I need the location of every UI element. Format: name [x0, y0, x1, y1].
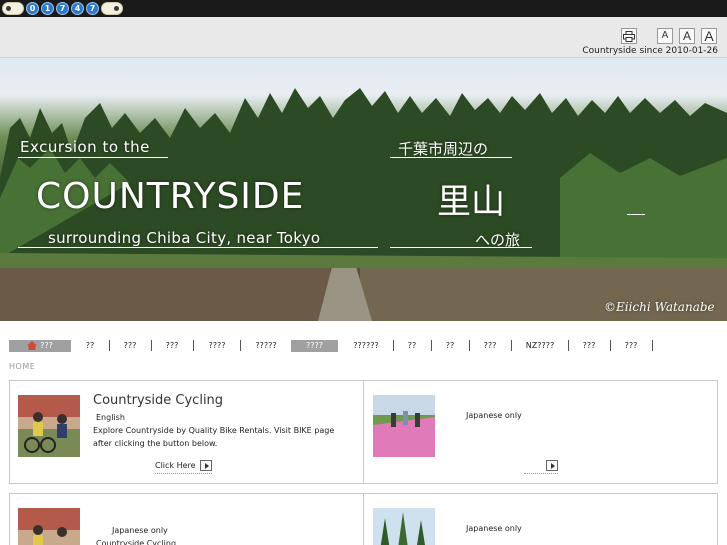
- nav-separator: [652, 340, 653, 351]
- header-tools: A A A: [621, 28, 717, 44]
- cycling-thumbnail[interactable]: [18, 395, 80, 457]
- counter-digit: 7: [86, 2, 99, 15]
- font-size-large-button[interactable]: A: [701, 28, 717, 44]
- nav-item-home[interactable]: ???: [9, 340, 71, 352]
- japanese-card-1: Japanese only: [363, 380, 718, 484]
- site-since-text: Countryside since 2010-01-26: [582, 46, 718, 56]
- play-arrow-icon: [199, 460, 212, 471]
- click-label: Click Here: [155, 461, 196, 470]
- cycling-title[interactable]: Countryside Cycling: [93, 393, 223, 408]
- hero-dash: [627, 214, 645, 215]
- japanese-only-note: Japanese only: [112, 526, 168, 535]
- flowers-thumbnail[interactable]: [373, 395, 435, 457]
- nav-item[interactable]: ???: [117, 340, 143, 352]
- hero-underline: [18, 157, 168, 158]
- nav-separator: [193, 340, 194, 351]
- printer-icon: [623, 30, 635, 42]
- cycling-description: Explore Countryside by Quality Bike Rent…: [93, 426, 335, 448]
- counter-digit: 1: [41, 2, 54, 15]
- nav-separator: [240, 340, 241, 351]
- cycling-subtitle: Countryside Cycling: [96, 539, 177, 545]
- nav-item[interactable]: ??: [401, 340, 423, 352]
- photo-copyright: ©Eiichi Watanabe: [604, 300, 715, 314]
- font-size-small-button[interactable]: A: [657, 28, 673, 44]
- flower-field-photo: [373, 395, 435, 457]
- site-header: A A A Countryside since 2010-01-26: [0, 17, 727, 58]
- nav-item[interactable]: ????: [201, 340, 233, 352]
- nav-item[interactable]: ?????: [248, 340, 284, 352]
- home-icon: [27, 341, 38, 350]
- japanese-only-note: Japanese only: [466, 524, 522, 533]
- hero-banner: Excursion to the 千葉市周辺の COUNTRYSIDE 里山 s…: [0, 58, 727, 321]
- nav-separator: [393, 340, 394, 351]
- nav-separator: [511, 340, 512, 351]
- print-button[interactable]: [621, 28, 637, 44]
- hero-title-jp: 里山: [437, 182, 505, 222]
- nav-separator: [568, 340, 569, 351]
- hero-line1-en: Excursion to the: [20, 138, 150, 156]
- nav-item[interactable]: ???: [576, 340, 602, 352]
- nav-item[interactable]: ??: [80, 340, 100, 352]
- nav-item[interactable]: ???: [477, 340, 503, 352]
- sheep-right-icon: [101, 2, 123, 15]
- counter-digit: 4: [71, 2, 84, 15]
- sheep-left-icon: [2, 2, 24, 15]
- top-bar: 0 1 7 4 7: [0, 0, 727, 17]
- japanese-only-note: Japanese only: [466, 411, 522, 420]
- nav-item[interactable]: ??: [439, 340, 461, 352]
- nav-label: ???: [40, 341, 53, 350]
- font-size-medium-button[interactable]: A: [679, 28, 695, 44]
- cycling-card: Countryside Cycling English Explore Coun…: [9, 380, 364, 484]
- cycling-thumbnail-2[interactable]: [18, 508, 80, 545]
- cycling-language: English: [96, 413, 125, 422]
- hero-line1-jp: 千葉市周辺の: [398, 140, 489, 158]
- nav-item[interactable]: NZ????: [519, 340, 561, 352]
- hero-title-en: COUNTRYSIDE: [36, 176, 305, 217]
- counter-digit: 0: [26, 2, 39, 15]
- hero-underline: [390, 247, 532, 248]
- nav-separator: [151, 340, 152, 351]
- nav-item[interactable]: ???: [618, 340, 644, 352]
- breadcrumb[interactable]: HOME: [9, 362, 35, 371]
- cycling-photo: [18, 508, 80, 545]
- hero-underline: [390, 157, 512, 158]
- nav-separator: [431, 340, 432, 351]
- cycling-click-button[interactable]: Click Here: [155, 460, 212, 474]
- nav-item-active[interactable]: ????: [291, 340, 338, 352]
- japanese-card-3: Japanese only: [363, 493, 718, 545]
- access-counter: 0 1 7 4 7: [2, 1, 123, 16]
- japanese-card-2: Japanese only Countryside Cycling: [9, 493, 364, 545]
- nav-item[interactable]: ??????: [346, 340, 386, 352]
- hero-line3-en: surrounding Chiba City, near Tokyo: [48, 229, 321, 247]
- trees-thumbnail[interactable]: [373, 508, 435, 545]
- main-nav: ??? ?? ??? ??? ???? ????? ???? ?????? ??…: [0, 321, 727, 361]
- cycling-photo: [18, 395, 80, 457]
- nav-separator: [109, 340, 110, 351]
- counter-digit: 7: [56, 2, 69, 15]
- nav-item[interactable]: ???: [159, 340, 185, 352]
- trees-photo: [373, 508, 435, 545]
- play-arrow-icon: [546, 460, 558, 471]
- right1-click-button[interactable]: [524, 460, 558, 474]
- nav-separator: [610, 340, 611, 351]
- hero-underline: [18, 247, 378, 248]
- nav-separator: [469, 340, 470, 351]
